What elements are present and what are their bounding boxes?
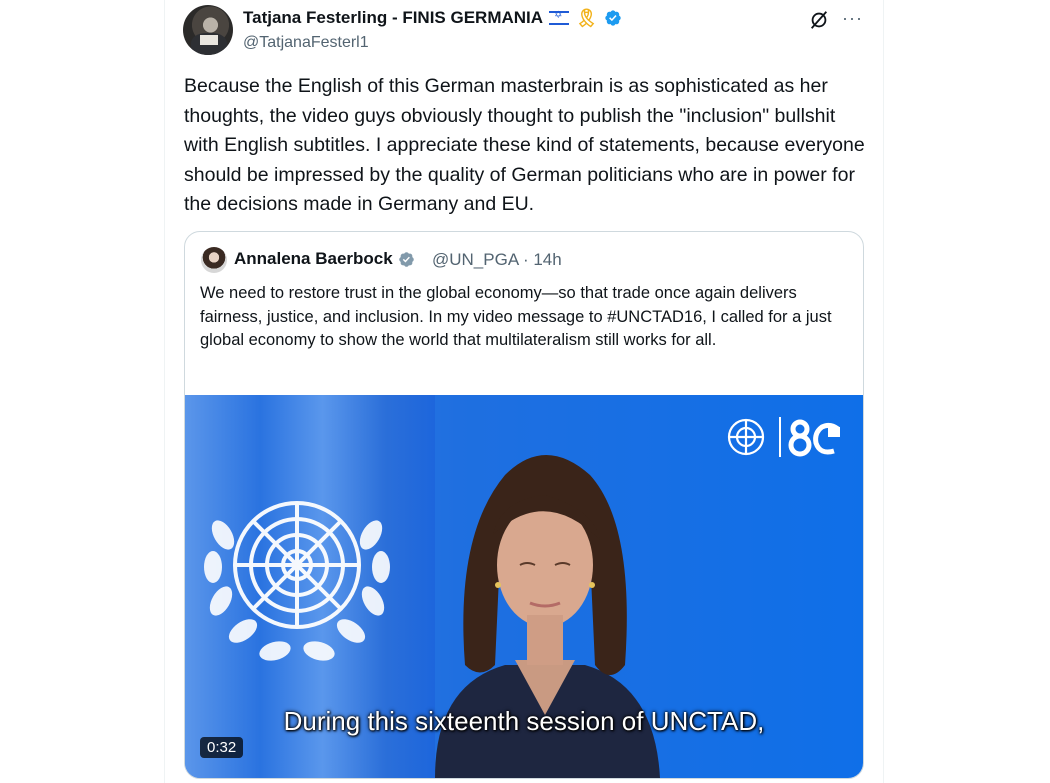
un80-logo [727,417,840,457]
un-emblem-icon [204,501,390,661]
author-avatar[interactable] [183,5,233,55]
israel-flag-icon [549,10,570,25]
author-name-row[interactable]: Tatjana Festerling - FINIS GERMANIA 🎗 [243,8,622,28]
quoted-author-name[interactable]: Annalena Baerbock [234,249,393,269]
author-handle[interactable]: @TatjanaFesterl1 [243,34,369,52]
tweet-text: Because the English of this German maste… [184,75,865,215]
quoted-meta[interactable]: @UN_PGA · 14h [432,250,562,270]
quoted-avatar[interactable] [201,247,227,273]
quoted-text: We need to restore trust in the global e… [200,284,832,349]
video-player[interactable]: During this sixteenth session of UNCTAD,… [185,395,863,778]
video-duration: 0:32 [200,737,244,758]
grok-icon[interactable] [808,9,830,31]
author-name[interactable]: Tatjana Festerling - FINIS GERMANIA [243,8,543,28]
quoted-tweet[interactable]: Annalena Baerbock @UN_PGA · 14h We need … [184,231,864,779]
quoted-author-row[interactable]: Annalena Baerbock [234,249,415,269]
verified-badge-icon [398,251,414,267]
video-subtitle: During this sixteenth session of UNCTAD, [283,706,765,736]
yellow-ribbon-icon: 🎗 [575,8,598,28]
verified-badge-icon [605,10,621,26]
more-icon[interactable]: ··· [842,8,863,29]
